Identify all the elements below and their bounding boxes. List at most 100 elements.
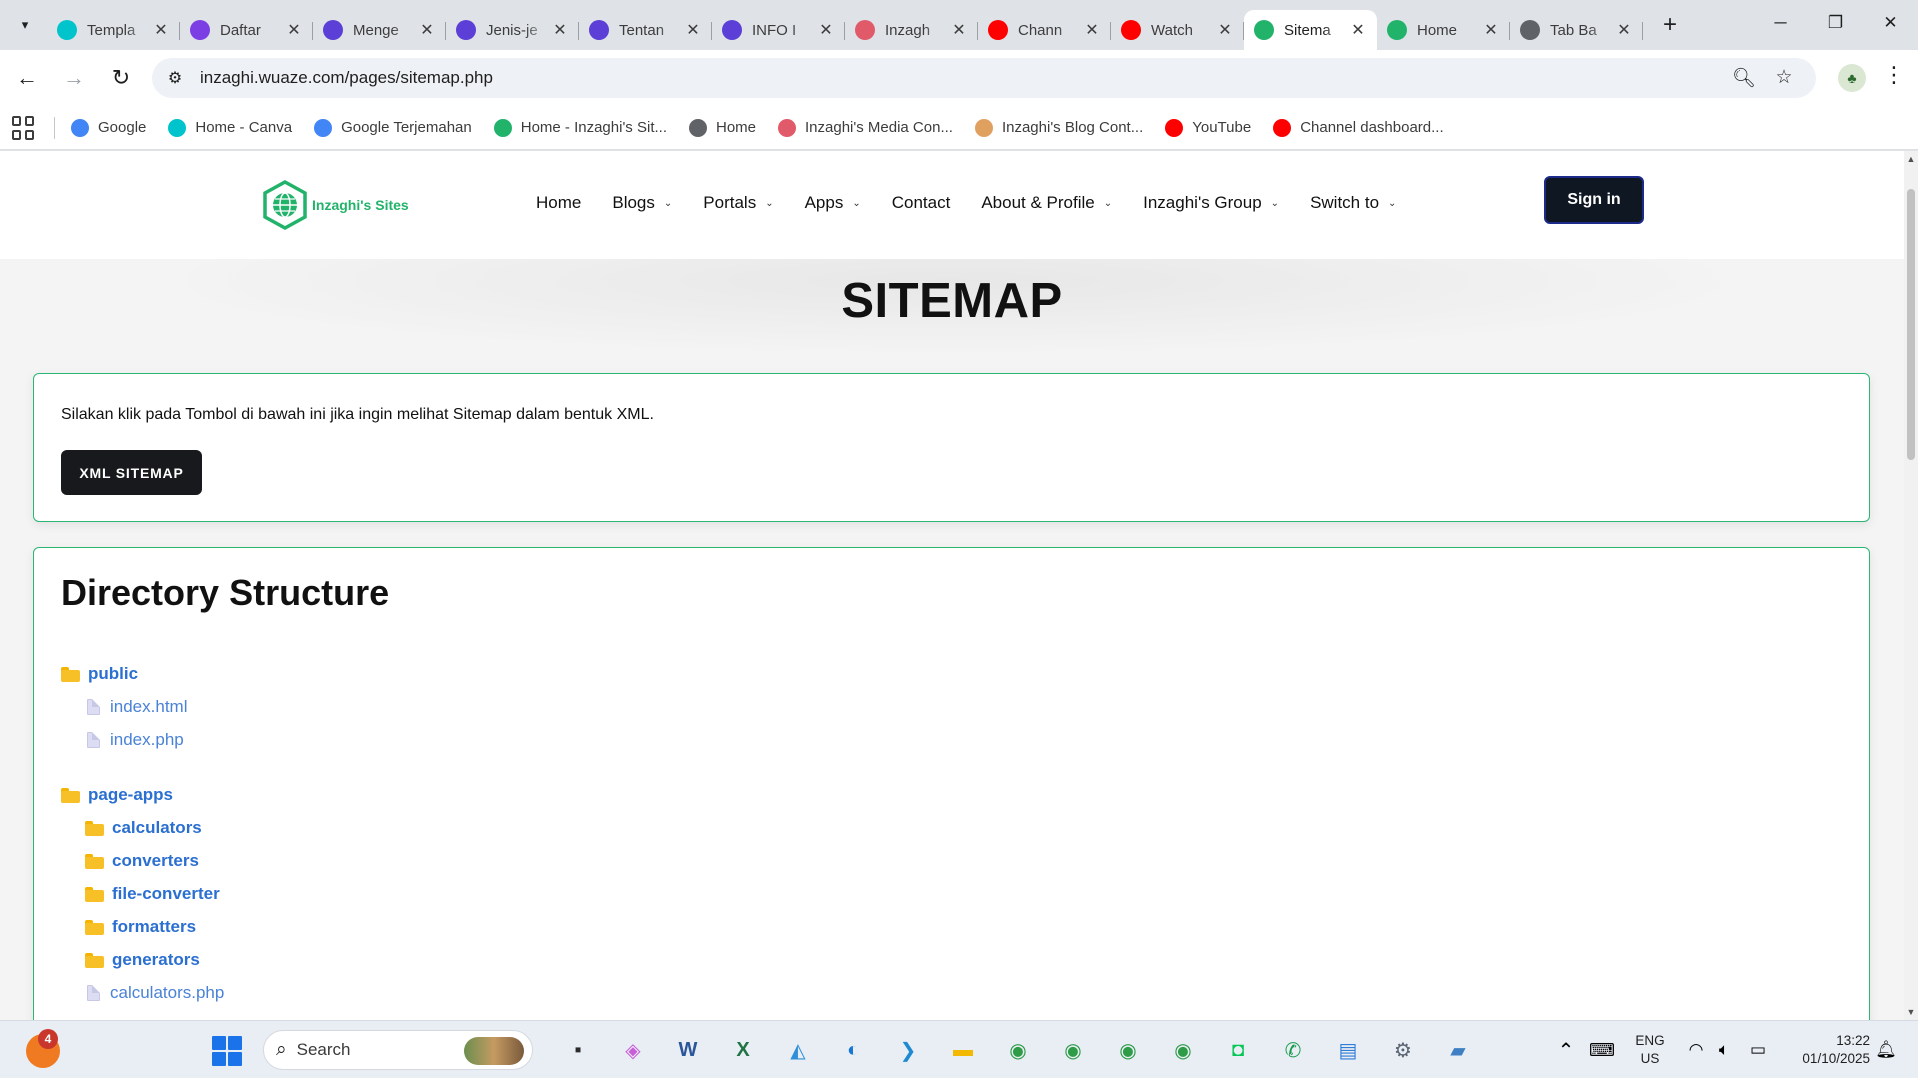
chrome-icon[interactable]: ◉: [1000, 1032, 1036, 1068]
bookmark-item[interactable]: Inzaghi's Blog Cont...: [974, 118, 1143, 137]
tree-file-item[interactable]: calculators.php: [87, 983, 224, 1003]
tab-search-chevron-icon[interactable]: ▾: [11, 11, 39, 39]
new-tab-button[interactable]: +: [1655, 10, 1685, 40]
browser-menu-icon[interactable]: ⋮: [1880, 62, 1908, 88]
tab-close-icon[interactable]: ✕: [1615, 20, 1633, 40]
system-clock[interactable]: 13:22 01/10/2025: [1786, 1032, 1870, 1068]
nav-item[interactable]: Blogs ⌄: [612, 193, 672, 213]
network-drive-icon[interactable]: ▰: [1440, 1032, 1476, 1068]
browser-tab[interactable]: Tab Ba ✕: [1510, 10, 1643, 50]
tree-folder-item[interactable]: file-converter: [85, 884, 220, 904]
file-link[interactable]: index.php: [110, 730, 184, 750]
tree-file-item[interactable]: index.html: [87, 697, 187, 717]
tab-close-icon[interactable]: ✕: [152, 20, 170, 40]
tab-close-icon[interactable]: ✕: [285, 20, 303, 40]
tab-close-icon[interactable]: ✕: [1349, 20, 1367, 40]
folder-link[interactable]: calculators: [112, 818, 202, 838]
windows-start-icon[interactable]: [212, 1036, 242, 1066]
tab-close-icon[interactable]: ✕: [1216, 20, 1234, 40]
tree-folder-item[interactable]: generators: [85, 950, 200, 970]
tab-close-icon[interactable]: ✕: [817, 20, 835, 40]
nav-item[interactable]: Home: [536, 193, 581, 213]
minimize-icon[interactable]: ─: [1753, 0, 1808, 46]
settings-icon[interactable]: ⚙: [1385, 1032, 1421, 1068]
nav-item[interactable]: Portals ⌄: [703, 193, 773, 213]
close-window-icon[interactable]: ✕: [1863, 0, 1918, 46]
tree-folder-item[interactable]: formatters: [85, 917, 196, 937]
tab-close-icon[interactable]: ✕: [950, 20, 968, 40]
tab-close-icon[interactable]: ✕: [1083, 20, 1101, 40]
battery-charging-icon[interactable]: ▭: [1740, 1032, 1776, 1068]
forward-arrow-icon[interactable]: →: [54, 58, 94, 98]
input-language-indicator[interactable]: ENG US: [1635, 1032, 1665, 1068]
file-link[interactable]: index.html: [110, 697, 187, 717]
tab-close-icon[interactable]: ✕: [1482, 20, 1500, 40]
site-info-icon[interactable]: ⚙: [158, 61, 192, 95]
url-text[interactable]: inzaghi.wuaze.com/pages/sitemap.php: [200, 68, 1730, 88]
tab-close-icon[interactable]: ✕: [551, 20, 569, 40]
touch-keyboard-icon[interactable]: ⌨: [1584, 1032, 1620, 1068]
excel-icon[interactable]: X: [725, 1032, 761, 1068]
nav-item[interactable]: Switch to ⌄: [1310, 193, 1396, 213]
tab-close-icon[interactable]: ✕: [418, 20, 436, 40]
bookmark-item[interactable]: Home - Inzaghi's Sit...: [493, 118, 667, 137]
folder-link[interactable]: formatters: [112, 917, 196, 937]
bookmark-item[interactable]: Channel dashboard...: [1273, 118, 1444, 137]
folder-link[interactable]: generators: [112, 950, 200, 970]
folder-link[interactable]: public: [88, 664, 138, 684]
restore-icon[interactable]: ❐: [1808, 0, 1863, 46]
folder-link[interactable]: page-apps: [88, 785, 173, 805]
apps-grid-icon[interactable]: [12, 115, 36, 140]
browser-tab[interactable]: Daftar ✕: [180, 10, 313, 50]
copilot-icon[interactable]: ◈: [615, 1032, 651, 1068]
bookmark-item[interactable]: YouTube: [1165, 118, 1251, 137]
browser-tab[interactable]: Templa ✕: [47, 10, 180, 50]
bookmark-item[interactable]: Google Terjemahan: [314, 118, 472, 137]
reload-icon[interactable]: ↻: [101, 58, 141, 98]
zoom-icon[interactable]: 🔍︎: [1730, 66, 1758, 90]
nav-item[interactable]: Apps ⌄: [805, 193, 861, 213]
tree-folder-item[interactable]: calculators: [85, 818, 202, 838]
explorer-icon[interactable]: ▬: [945, 1032, 981, 1068]
bookmark-item[interactable]: Google: [71, 118, 146, 137]
browser-tab[interactable]: Sitema ✕: [1244, 10, 1377, 50]
scroll-thumb[interactable]: [1907, 189, 1915, 460]
browser-tab[interactable]: Home ✕: [1377, 10, 1510, 50]
bookmark-item[interactable]: Home - Canva: [168, 118, 292, 137]
sign-in-button[interactable]: Sign in: [1544, 176, 1644, 224]
chrome-icon[interactable]: ◉: [1110, 1032, 1146, 1068]
tree-folder-item[interactable]: public: [61, 664, 138, 684]
taskbar-search-box[interactable]: ⌕ Search: [263, 1030, 533, 1070]
file-link[interactable]: calculators.php: [110, 983, 224, 1003]
vscode-icon[interactable]: ❯: [890, 1032, 926, 1068]
tree-folder-item[interactable]: page-apps: [61, 785, 173, 805]
browser-tab[interactable]: Tentan ✕: [579, 10, 712, 50]
tree-folder-item[interactable]: converters: [85, 851, 199, 871]
browser-tab[interactable]: INFO I ✕: [712, 10, 845, 50]
nav-item[interactable]: About & Profile ⌄: [981, 193, 1112, 213]
back-arrow-icon[interactable]: ←: [7, 58, 47, 98]
photos-icon[interactable]: ◭: [780, 1032, 816, 1068]
show-hidden-icons-chevron-icon[interactable]: ⌃: [1548, 1032, 1584, 1068]
scroll-up-icon[interactable]: ▲: [1906, 154, 1916, 164]
bookmark-star-icon[interactable]: ☆: [1770, 66, 1798, 90]
volume-icon[interactable]: 🔈︎: [1706, 1032, 1742, 1068]
chrome-icon[interactable]: ◉: [1165, 1032, 1201, 1068]
notification-bell-icon[interactable]: 🔔︎: [1868, 1032, 1904, 1068]
notepad-icon[interactable]: ▤: [1330, 1032, 1366, 1068]
browser-tab[interactable]: Menge ✕: [313, 10, 446, 50]
folder-link[interactable]: file-converter: [112, 884, 220, 904]
tab-close-icon[interactable]: ✕: [684, 20, 702, 40]
tree-file-item[interactable]: index.php: [87, 730, 184, 750]
bookmark-item[interactable]: Inzaghi's Media Con...: [778, 118, 953, 137]
edge-icon[interactable]: ◐: [835, 1032, 871, 1068]
browser-tab[interactable]: Inzagh ✕: [845, 10, 978, 50]
browser-tab[interactable]: Jenis-je ✕: [446, 10, 579, 50]
line-icon[interactable]: ◘: [1220, 1032, 1256, 1068]
nav-item[interactable]: Contact: [892, 193, 951, 213]
site-logo[interactable]: Inzaghi's Sites: [262, 180, 409, 230]
bookmark-item[interactable]: Home: [688, 118, 756, 137]
folder-link[interactable]: converters: [112, 851, 199, 871]
scroll-down-icon[interactable]: ▼: [1906, 1007, 1916, 1017]
xml-sitemap-button[interactable]: XML SITEMAP: [61, 450, 202, 495]
